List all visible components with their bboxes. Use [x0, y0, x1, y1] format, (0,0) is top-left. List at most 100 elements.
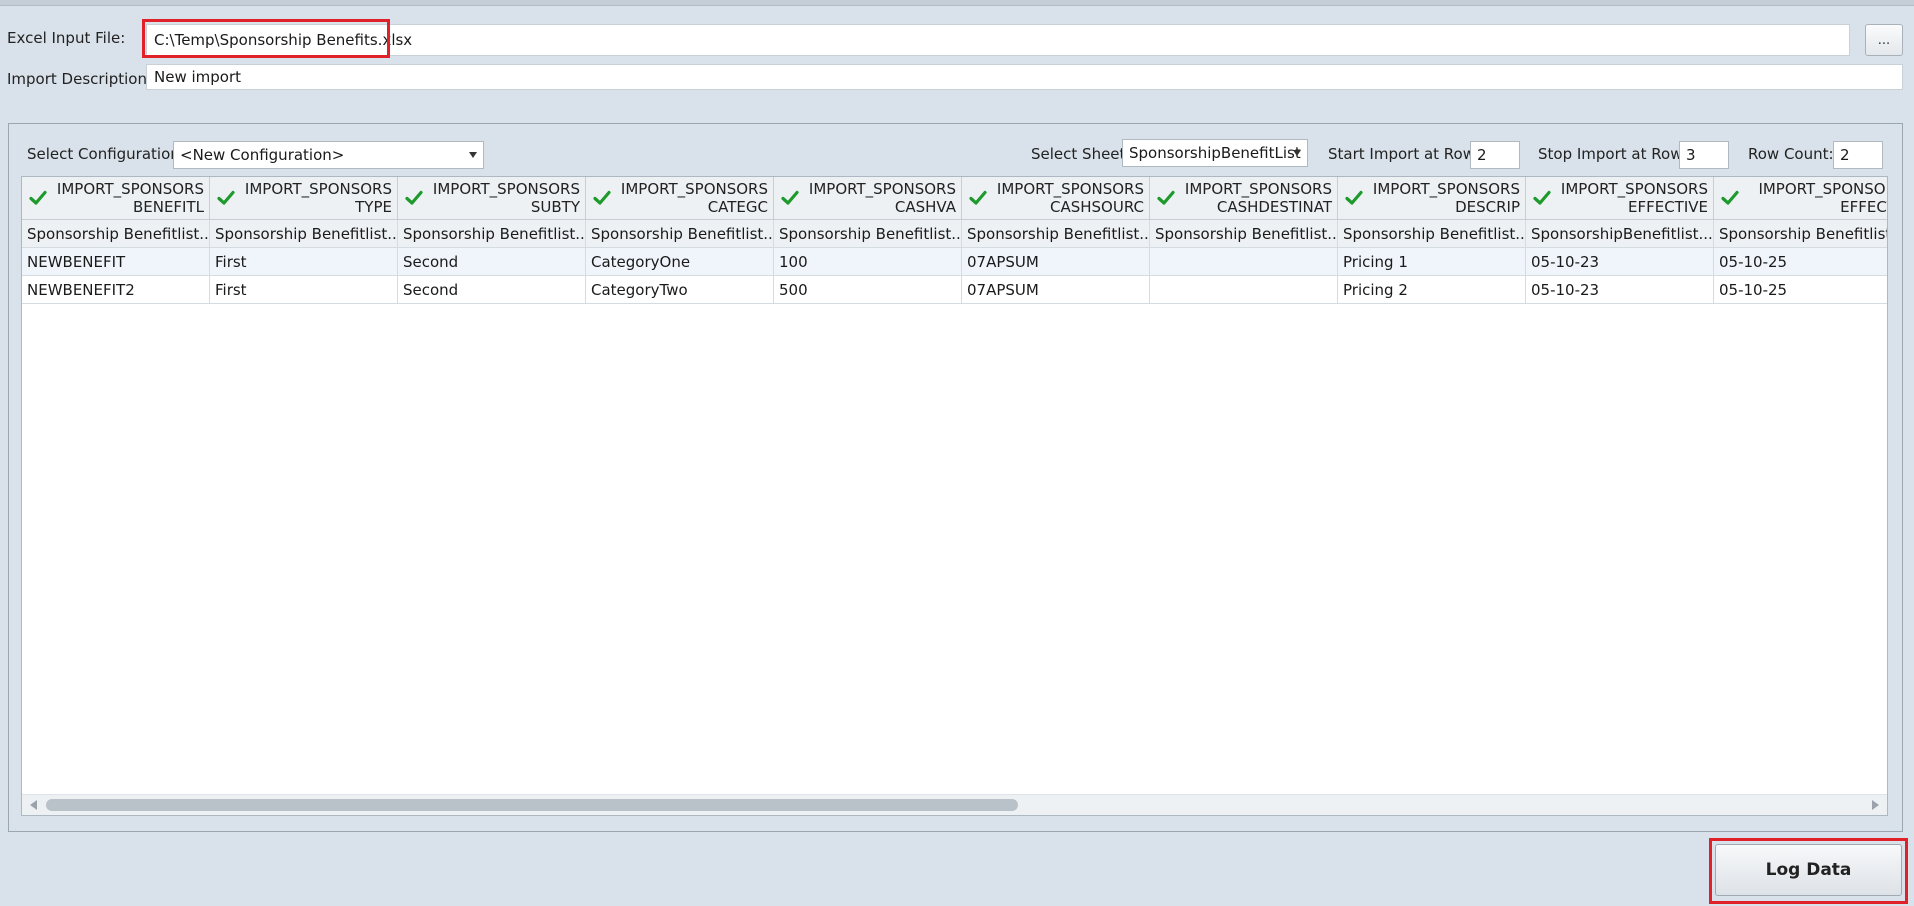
select-sheet-label: Select Sheet — [1031, 145, 1126, 163]
column-header-line1: IMPORT_SPONSORS — [996, 180, 1144, 198]
table-cell[interactable]: CategoryTwo — [586, 276, 774, 304]
column-header-line1: IMPORT_SPONSORS — [432, 180, 580, 198]
mapping-cell[interactable]: Sponsorship Benefitlist... — [210, 220, 398, 248]
mapping-cell[interactable]: Sponsorship Benefitlist... — [398, 220, 586, 248]
table-cell[interactable] — [1150, 276, 1338, 304]
excel-input-label: Excel Input File: — [7, 29, 126, 47]
row-count-input[interactable]: 2 — [1833, 141, 1883, 169]
table-cell[interactable]: 100 — [774, 248, 962, 276]
excel-input-field[interactable]: C:\Temp\Sponsorship Benefits.xlsx — [146, 24, 1850, 56]
sheet-value: SponsorshipBenefitList — [1129, 144, 1301, 162]
column-header-line1: IMPORT_SPONSORS — [620, 180, 768, 198]
mapping-cell[interactable]: Sponsorship Benefitlist... — [962, 220, 1150, 248]
window-top-border — [0, 0, 1914, 6]
checkmark-icon — [969, 190, 987, 205]
column-header[interactable]: IMPORT_SPONSORS CASHVA — [774, 177, 962, 220]
table-cell[interactable]: CategoryOne — [586, 248, 774, 276]
horizontal-scrollbar[interactable] — [22, 794, 1887, 815]
mapping-cell[interactable]: Sponsorship Benefitlist... — [22, 220, 210, 248]
column-header-line2: EFFECTIVE — [1627, 198, 1708, 216]
column-header-line1: IMPORT_SPONSORS — [1560, 180, 1708, 198]
table-cell[interactable]: NEWBENEFIT — [22, 248, 210, 276]
checkmark-icon — [1721, 190, 1739, 205]
table-cell[interactable]: 05-10-25 — [1714, 248, 1887, 276]
data-grid[interactable]: IMPORT_SPONSORS BENEFITL IMPORT_SPONSORS TY… — [21, 176, 1888, 816]
import-description-label: Import Description: — [7, 70, 153, 88]
mapping-cell[interactable]: Sponsorship Benefitlist... — [586, 220, 774, 248]
import-description-field[interactable]: New import — [146, 64, 1903, 90]
checkmark-icon — [1157, 190, 1175, 205]
configuration-dropdown[interactable]: <New Configuration> — [173, 141, 484, 169]
mapping-cell[interactable]: Sponsorship Benefitlist... — [1338, 220, 1526, 248]
column-header-line1: IMPORT_SPONSORS — [1184, 180, 1332, 198]
table-cell[interactable]: First — [210, 248, 398, 276]
table-cell[interactable]: 05-10-23 — [1526, 276, 1714, 304]
checkmark-icon — [217, 190, 235, 205]
mapping-cell[interactable]: Sponsorship Benefitlist... — [1150, 220, 1338, 248]
column-header-line2: CASHDESTINAT — [1216, 198, 1332, 216]
column-header[interactable]: IMPORT_SPONSORS CASHSOURC — [962, 177, 1150, 220]
chevron-down-icon — [1293, 150, 1301, 156]
table-cell[interactable]: 500 — [774, 276, 962, 304]
column-header-line1: IMPORT_SPONSORS — [244, 180, 392, 198]
stop-import-input[interactable]: 3 — [1679, 141, 1729, 169]
table-cell[interactable]: Pricing 1 — [1338, 248, 1526, 276]
column-header-line1: IMPORT_SPONSORS — [56, 180, 204, 198]
column-header[interactable]: IMPORT_SPONSORS SUBTY — [398, 177, 586, 220]
column-header[interactable]: IMPORT_SPONSORS CATEGC — [586, 177, 774, 220]
column-header-line1: IMPORT_SPONSOR — [1758, 180, 1888, 198]
start-import-input[interactable]: 2 — [1470, 141, 1520, 169]
column-header-line2: CASHVA — [894, 198, 956, 216]
checkmark-icon — [1345, 190, 1363, 205]
column-header-line1: IMPORT_SPONSORS — [808, 180, 956, 198]
table-cell[interactable]: 05-10-25 — [1714, 276, 1887, 304]
table-cell[interactable]: 07APSUM — [962, 276, 1150, 304]
column-header[interactable]: IMPORT_SPONSORS DESCRIP — [1338, 177, 1526, 220]
stop-import-label: Stop Import at Row: — [1538, 145, 1687, 163]
table-row[interactable]: NEWBENEFIT First Second CategoryOne 100 07APS… — [22, 248, 1887, 276]
table-cell[interactable]: 05-10-23 — [1526, 248, 1714, 276]
browse-button[interactable]: ... — [1865, 24, 1903, 56]
table-cell[interactable]: Pricing 2 — [1338, 276, 1526, 304]
mapping-cell[interactable]: Sponsorship Benefitlist... — [774, 220, 962, 248]
checkmark-icon — [405, 190, 423, 205]
log-data-button[interactable]: Log Data — [1715, 844, 1902, 896]
chevron-down-icon — [469, 152, 477, 158]
configuration-value: <New Configuration> — [180, 146, 345, 164]
column-header-line2: TYPE — [355, 198, 392, 216]
column-header-line2: SUBTY — [530, 198, 580, 216]
column-header-line2: CATEGC — [707, 198, 768, 216]
header-row: IMPORT_SPONSORS BENEFITL IMPORT_SPONSORS TY… — [22, 177, 1888, 220]
row-count-label: Row Count: — [1748, 145, 1834, 163]
sheet-dropdown[interactable]: SponsorshipBenefitList — [1122, 139, 1308, 167]
scroll-left-icon[interactable] — [30, 800, 37, 810]
checkmark-icon — [29, 190, 47, 205]
column-header[interactable]: IMPORT_SPONSORS EFFECTIVE — [1526, 177, 1714, 220]
checkmark-icon — [781, 190, 799, 205]
table-cell[interactable] — [1150, 248, 1338, 276]
column-header-line2: DESCRIP — [1455, 198, 1520, 216]
mapping-row: Sponsorship Benefitlist... Sponsorship Be… — [22, 220, 1887, 248]
column-header-line2: BENEFITL — [132, 198, 204, 216]
column-header[interactable]: IMPORT_SPONSOREFFECT — [1714, 177, 1888, 220]
table-row[interactable]: NEWBENEFIT2 First Second CategoryTwo 500 07AP… — [22, 276, 1887, 304]
column-header-line2: CASHSOURC — [1050, 198, 1144, 216]
scroll-right-icon[interactable] — [1872, 800, 1879, 810]
table-cell[interactable]: NEWBENEFIT2 — [22, 276, 210, 304]
column-header-line1: IMPORT_SPONSORS — [1372, 180, 1520, 198]
column-header[interactable]: IMPORT_SPONSORS TYPE — [210, 177, 398, 220]
table-cell[interactable]: First — [210, 276, 398, 304]
column-header[interactable]: IMPORT_SPONSORS CASHDESTINAT — [1150, 177, 1338, 220]
mapping-cell[interactable]: Sponsorship Benefitlist... — [1714, 220, 1887, 248]
column-header[interactable]: IMPORT_SPONSORS BENEFITL — [22, 177, 210, 220]
table-cell[interactable]: Second — [398, 276, 586, 304]
column-header-line2: EFFECT — [1840, 198, 1887, 216]
mapping-cell[interactable]: SponsorshipBenefitlist... — [1526, 220, 1714, 248]
checkmark-icon — [1533, 190, 1551, 205]
table-cell[interactable]: 07APSUM — [962, 248, 1150, 276]
scrollbar-thumb[interactable] — [46, 799, 1018, 811]
checkmark-icon — [593, 190, 611, 205]
start-import-label: Start Import at Row: — [1328, 145, 1480, 163]
select-configuration-label: Select Configuration — [27, 145, 180, 163]
table-cell[interactable]: Second — [398, 248, 586, 276]
